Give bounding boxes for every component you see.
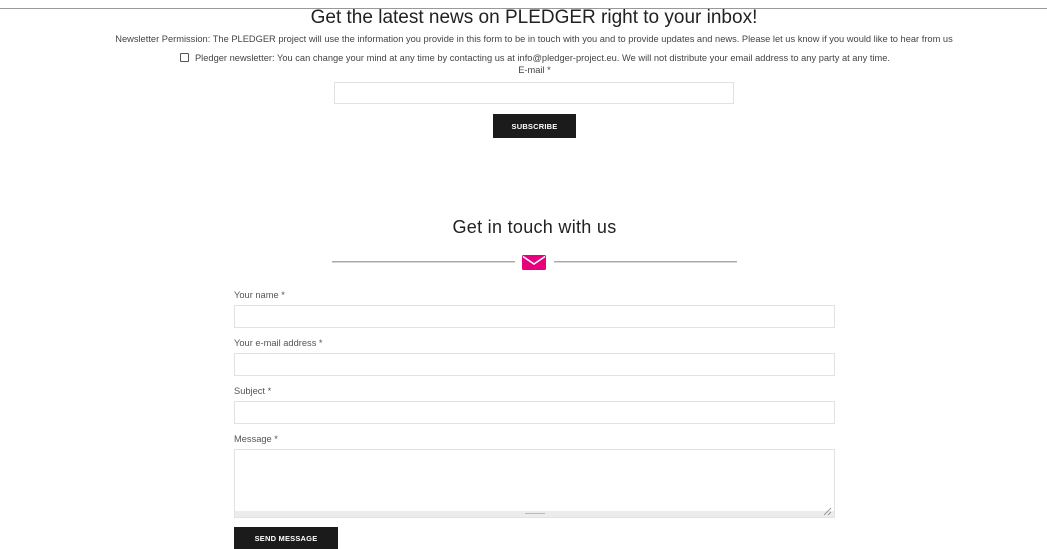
subject-label: Subject * (234, 386, 272, 396)
email-label: Your e-mail address * (234, 338, 323, 348)
divider-left (332, 261, 515, 263)
email-input[interactable] (234, 353, 835, 376)
newsletter-email-label: E-mail * (518, 65, 551, 75)
message-label: Message * (234, 434, 278, 444)
resize-handle-icon[interactable] (822, 503, 832, 516)
newsletter-email-input[interactable] (334, 82, 734, 104)
subject-input[interactable] (234, 401, 835, 424)
message-textarea[interactable] (234, 449, 835, 518)
newsletter-consent-label: Pledger newsletter: You can change your … (194, 53, 891, 63)
scrollbar-grip (525, 513, 545, 515)
newsletter-consent-checkbox[interactable] (179, 53, 189, 62)
send-message-button[interactable]: SEND MESSAGE (234, 527, 338, 549)
name-label: Your name * (234, 290, 285, 300)
newsletter-title: Get the latest news on PLEDGER right to … (310, 7, 758, 28)
contact-title: Get in touch with us (452, 217, 617, 237)
divider-right (554, 261, 737, 263)
envelope-icon (522, 255, 546, 270)
name-input[interactable] (234, 305, 835, 328)
newsletter-consent-row: Pledger newsletter: You can change your … (0, 53, 1047, 63)
newsletter-permission-text: Newsletter Permission: The PLEDGER proje… (115, 34, 953, 44)
subscribe-button[interactable]: SUBSCRIBE (493, 114, 576, 138)
